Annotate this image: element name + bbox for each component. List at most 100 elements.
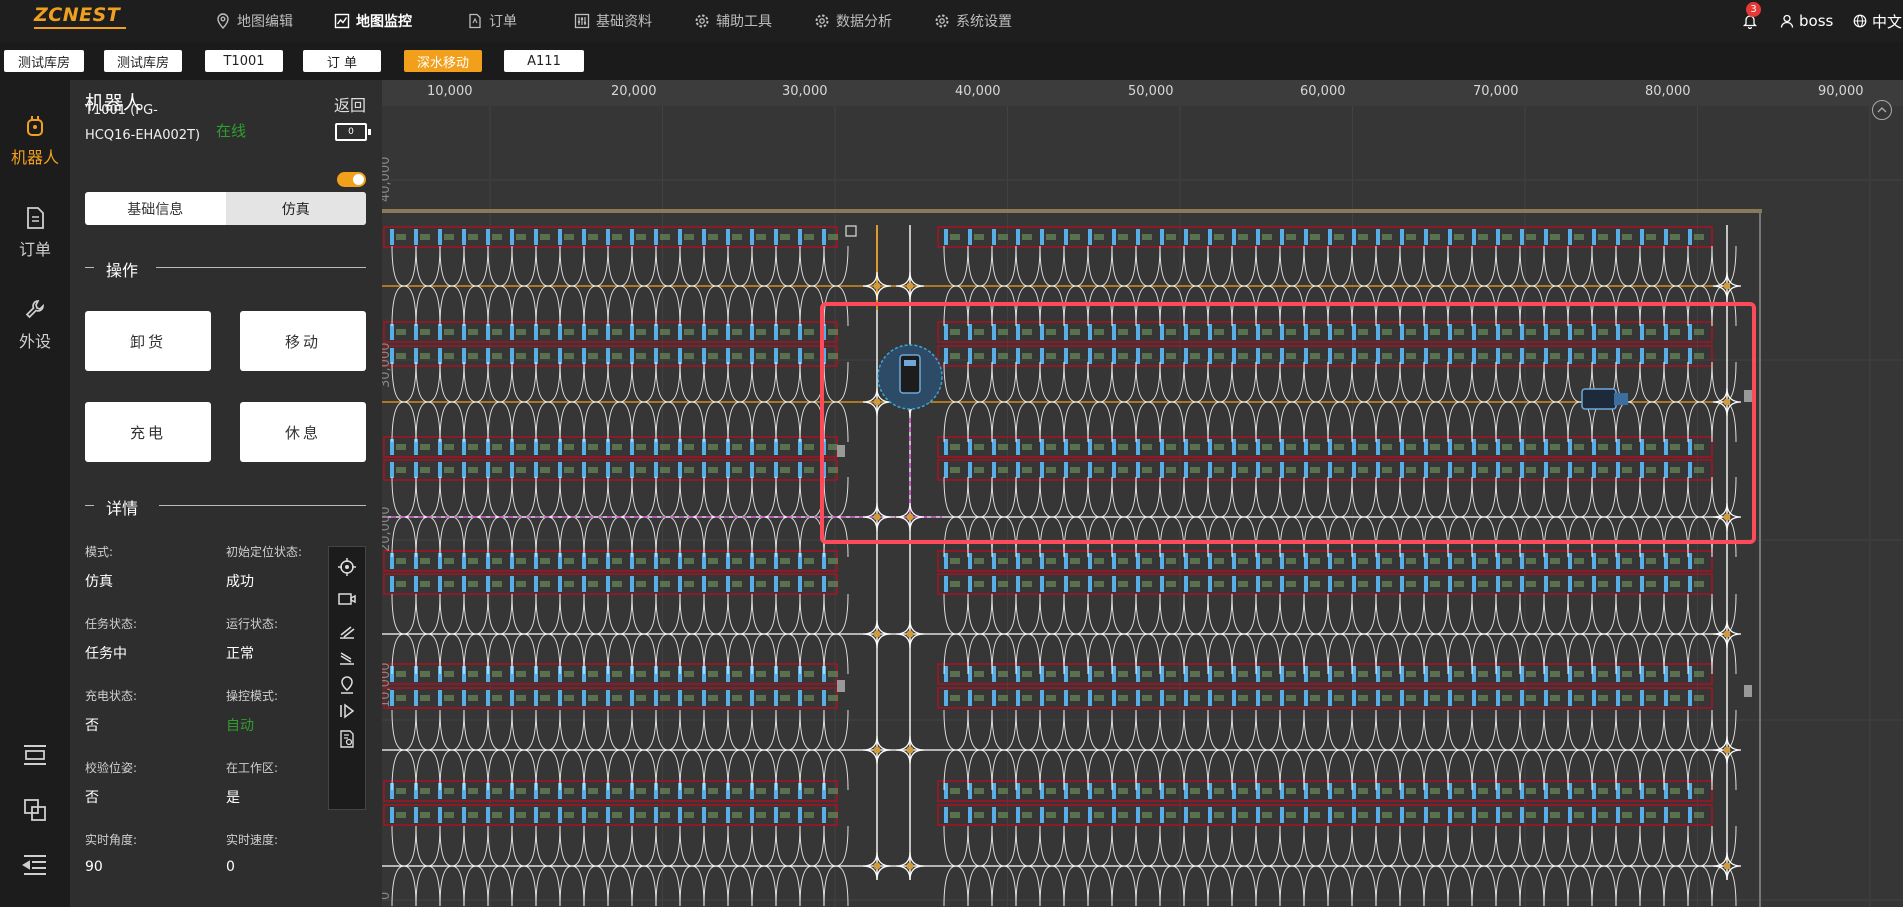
slot-label (1382, 581, 1392, 587)
slot-label (756, 329, 766, 335)
nav-map-edit[interactable]: 地图编辑 (215, 9, 293, 33)
rail-item-peripherals[interactable]: 外设 (0, 298, 70, 352)
storage-slot (1400, 348, 1404, 364)
nav-basic-data[interactable]: 基础资料 (574, 9, 652, 33)
tab-a111[interactable]: A111 (504, 50, 584, 72)
branch-curve (679, 709, 705, 751)
camera-icon[interactable] (337, 589, 357, 609)
storage-slot (1136, 439, 1140, 455)
tab-t1001[interactable]: T1001 (205, 50, 283, 72)
branch-curve (1255, 245, 1281, 287)
storage-slot (1256, 462, 1260, 478)
map-collapse-button[interactable] (1872, 100, 1892, 120)
branch-curve (1423, 709, 1449, 751)
nav-aux-tools[interactable]: 辅助工具 (694, 9, 772, 33)
storage-slot (1016, 783, 1020, 799)
forklift-down-icon[interactable] (337, 647, 357, 667)
layers-icon[interactable] (20, 795, 50, 825)
list-view-icon[interactable] (20, 740, 50, 770)
junction-node (873, 746, 881, 754)
storage-slot (750, 690, 754, 706)
tab-orders[interactable]: 订 单 (303, 50, 381, 72)
storage-slot (1040, 462, 1044, 478)
branch-curve (415, 709, 441, 751)
slot-label (516, 467, 526, 473)
settings-doc-icon[interactable] (337, 729, 357, 749)
storage-slot (1016, 348, 1020, 364)
storage-slot (1136, 576, 1140, 592)
slot-label (1550, 695, 1560, 701)
branch-curve (1087, 825, 1113, 867)
user-menu[interactable]: boss (1780, 9, 1833, 33)
back-button[interactable]: 返回 (334, 92, 366, 116)
storage-slot (1160, 783, 1164, 799)
branch-curve (679, 476, 705, 518)
branch-curve (439, 285, 465, 327)
branch-curve (727, 245, 753, 287)
nav-orders[interactable]: 订单 (467, 9, 517, 33)
slot-label (1070, 581, 1080, 587)
storage-slot (1640, 462, 1644, 478)
branch-curve (1591, 825, 1617, 867)
locate-icon[interactable] (337, 557, 357, 577)
storage-slot (1112, 576, 1116, 592)
branch-curve (1327, 361, 1353, 403)
storage-slot (1520, 348, 1524, 364)
rest-button[interactable]: 休息 (240, 402, 366, 462)
storage-slot (438, 324, 442, 340)
slot-label (1454, 444, 1464, 450)
storage-slot (630, 462, 634, 478)
rail-item-orders[interactable]: 订单 (0, 206, 70, 260)
language-switch[interactable]: 中文 (1853, 9, 1902, 33)
branch-curve (1687, 361, 1713, 403)
charge-button[interactable]: 充电 (85, 402, 211, 462)
slot-label (1454, 558, 1464, 564)
section-dash (85, 505, 94, 506)
branch-curve (1711, 749, 1737, 791)
slot-label (1142, 234, 1152, 240)
tab-test-warehouse-1[interactable]: 测试库房 (4, 50, 84, 72)
location-marker-icon[interactable] (337, 675, 357, 695)
collapse-menu-icon[interactable] (20, 850, 50, 880)
storage-slot (1424, 324, 1428, 340)
slot-label (1142, 329, 1152, 335)
slot-label (1334, 788, 1344, 794)
forklift-up-icon[interactable] (337, 621, 357, 641)
nav-system-settings[interactable]: 系统设置 (934, 9, 1012, 33)
slot-label (1526, 581, 1536, 587)
play-step-icon[interactable] (337, 701, 357, 721)
slot-label (1142, 671, 1152, 677)
tab-simulation[interactable]: 仿真 (225, 192, 366, 225)
branch-curve (1255, 825, 1281, 867)
storage-slot (1112, 783, 1116, 799)
storage-slot (438, 690, 442, 706)
warehouse-layout[interactable] (382, 80, 1903, 907)
branch-curve (775, 825, 801, 867)
slot-label (1046, 695, 1056, 701)
nav-map-monitor[interactable]: 地图监控 (334, 9, 412, 33)
slot-label (1574, 234, 1584, 240)
branch-curve (679, 245, 705, 287)
rail-item-robots[interactable]: 机器人 (0, 114, 70, 168)
storage-slot (1592, 690, 1596, 706)
branch-curve (415, 245, 441, 287)
tab-deepwater-move[interactable]: 深水移动 (404, 50, 482, 72)
slot-label (1454, 695, 1464, 701)
slot-label (756, 467, 766, 473)
storage-slot (1376, 666, 1380, 682)
warehouse-map-canvas[interactable]: 10,000 20,000 30,000 40,000 50,000 60,00… (382, 80, 1903, 907)
storage-slot (1136, 666, 1140, 682)
robot-enable-toggle[interactable] (337, 172, 366, 187)
storage-slot (1568, 690, 1572, 706)
tab-basic-info[interactable]: 基础信息 (85, 192, 226, 225)
slot-label (708, 234, 718, 240)
move-button[interactable]: 移动 (240, 311, 366, 371)
tab-test-warehouse-2[interactable]: 测试库房 (104, 50, 182, 72)
storage-slot (1232, 229, 1236, 245)
branch-curve (703, 825, 729, 867)
unload-button[interactable]: 卸货 (85, 311, 211, 371)
slot-label (540, 353, 550, 359)
slot-label (1598, 234, 1608, 240)
slot-label (1262, 581, 1272, 587)
nav-data-analysis[interactable]: 数据分析 (814, 9, 892, 33)
